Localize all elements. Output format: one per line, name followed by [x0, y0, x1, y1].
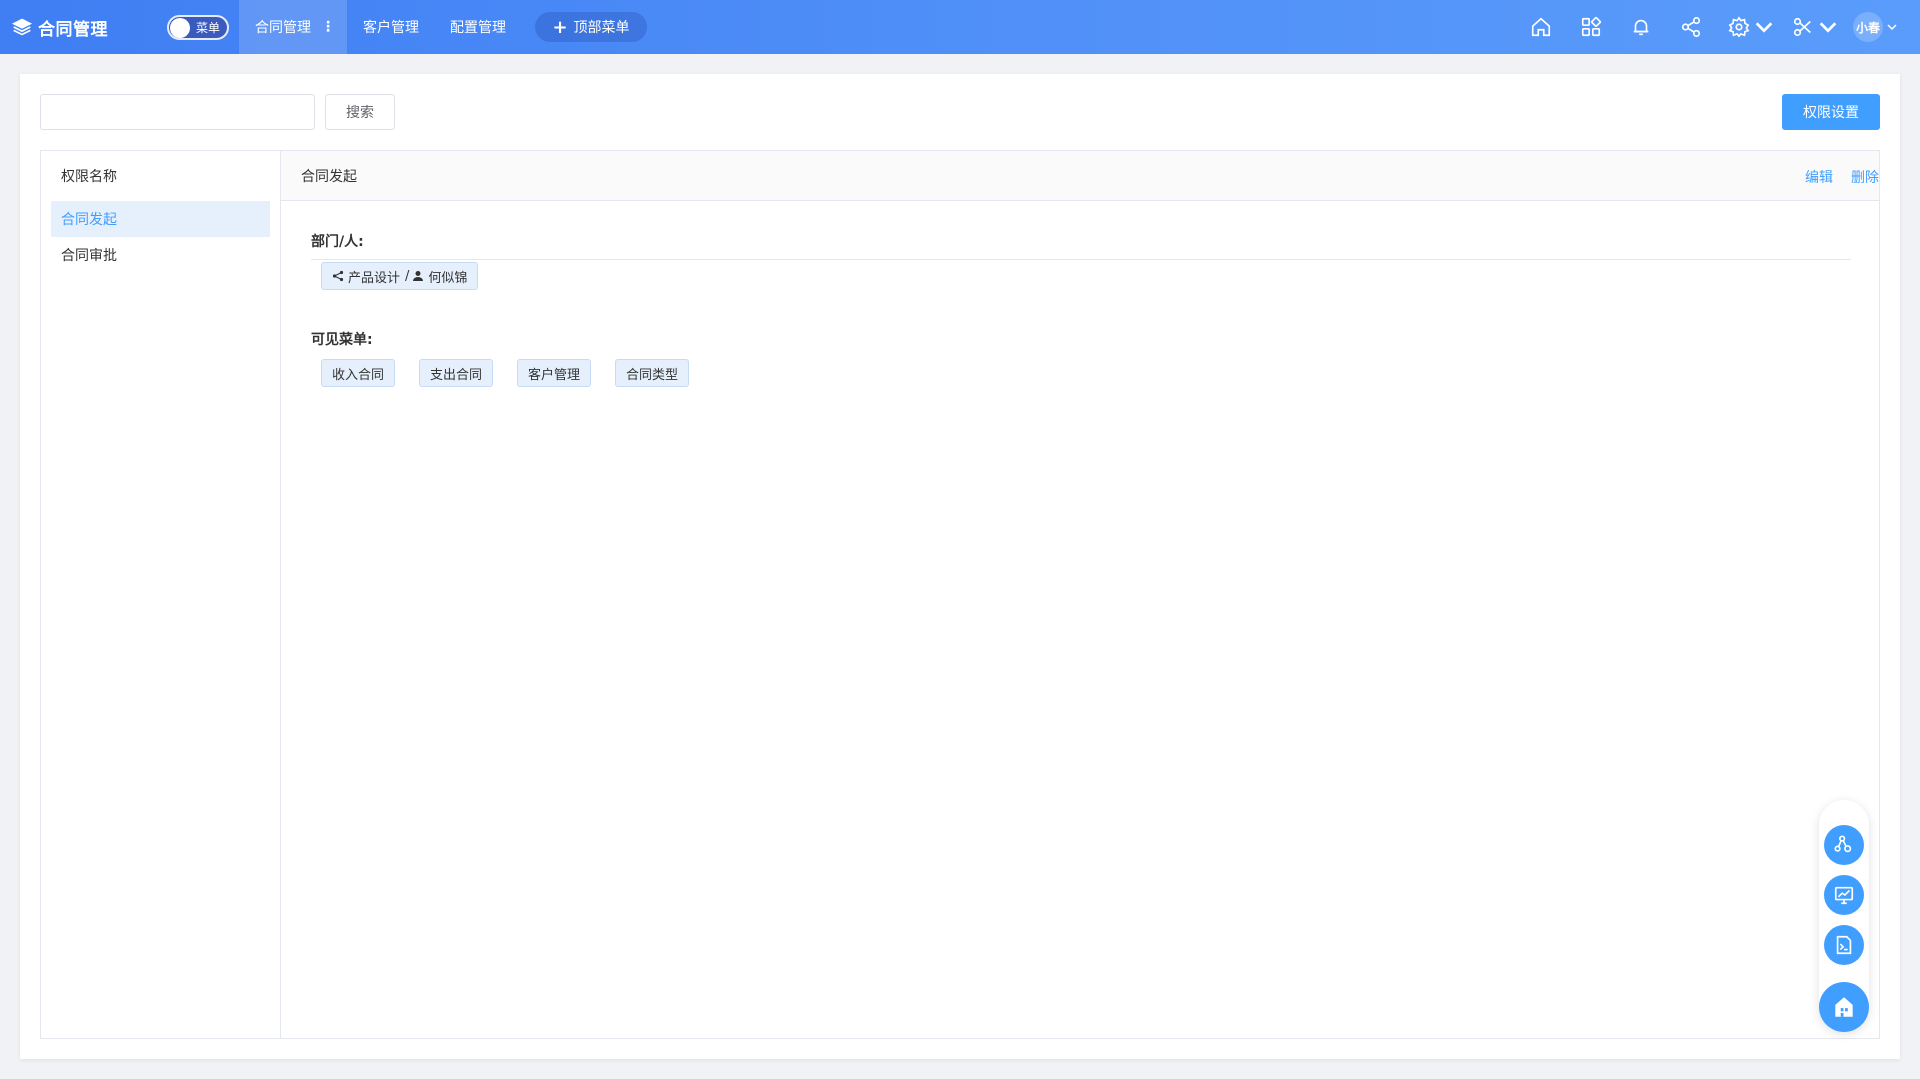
visible-menus-label: 可见菜单:: [311, 332, 373, 348]
menu-tag: 客户管理: [517, 359, 592, 387]
home-button[interactable]: [1530, 15, 1552, 39]
nav-tab-label: 配置管理: [450, 20, 506, 36]
more-vertical-icon[interactable]: ⋮: [321, 19, 335, 35]
section-divider: [311, 259, 1851, 260]
floating-toolbar: [1819, 800, 1869, 1032]
nav-tab-label: 合同管理: [255, 20, 311, 36]
brand[interactable]: 合同管理: [0, 0, 166, 54]
menu-tag: 支出合同: [419, 359, 494, 387]
avatar: 小春: [1853, 12, 1883, 42]
share-button[interactable]: [1680, 15, 1702, 39]
monitor-chart-icon: [1834, 886, 1854, 905]
main-panel: 搜索 权限设置 权限名称 合同发起 合同审批 合同发起 编辑 删除 部门/人: …: [20, 74, 1900, 1059]
permission-detail: 合同发起 编辑 删除 部门/人: 产品设计 / 何似锦 可见菜单: 收入合同 支…: [281, 151, 1879, 1038]
add-top-menu-label: 顶部菜单: [573, 20, 630, 36]
terminal-doc-button[interactable]: [1824, 925, 1864, 965]
notifications-button[interactable]: [1630, 15, 1652, 39]
apps-icon: [1581, 16, 1602, 37]
building-icon: [1835, 997, 1853, 1017]
permission-settings-button[interactable]: 权限设置: [1782, 94, 1880, 130]
detail-title: 合同发起: [301, 168, 357, 185]
nav-tab-label: 客户管理: [363, 20, 419, 36]
dept-person-tag: 产品设计 / 何似锦: [321, 262, 479, 290]
chevron-down-icon: [1819, 22, 1837, 33]
app-title: 合同管理: [38, 19, 108, 40]
dept-people-label: 部门/人:: [311, 234, 364, 250]
search-button[interactable]: 搜索: [325, 94, 395, 130]
bell-icon: [1633, 19, 1649, 36]
user-name: 小春: [1855, 20, 1880, 35]
tools-dropdown[interactable]: [1792, 15, 1839, 39]
add-top-menu-button[interactable]: + 顶部菜单: [535, 12, 647, 42]
tag-person: 何似锦: [428, 270, 468, 286]
permission-content: 权限名称 合同发起 合同审批 合同发起 编辑 删除 部门/人: 产品设计 / 何…: [40, 150, 1880, 1039]
tag-department: 产品设计: [348, 270, 401, 286]
workspace-button[interactable]: [1819, 982, 1869, 1032]
org-settings-icon: [1834, 835, 1852, 853]
menu-tag: 收入合同: [321, 359, 396, 387]
chevron-down-icon: [1755, 22, 1773, 33]
dept-people-section: 部门/人:: [311, 231, 1851, 251]
settings-dropdown[interactable]: [1728, 15, 1775, 39]
toggle-knob: [170, 17, 190, 38]
home-icon: [1531, 17, 1551, 37]
permission-item-contract-approval[interactable]: 合同审批: [51, 237, 270, 273]
top-bar: 合同管理 菜单 合同管理 ⋮ 客户管理 配置管理 + 顶部菜单 小春: [0, 0, 1920, 54]
share-icon: [1681, 17, 1701, 37]
edit-link[interactable]: 编辑: [1805, 167, 1833, 187]
menu-toggle[interactable]: 菜单: [167, 15, 229, 40]
menu-tag: 合同类型: [615, 359, 690, 387]
user-icon: [413, 271, 424, 281]
layers-icon: [12, 18, 32, 36]
detail-header: 合同发起 编辑 删除: [281, 151, 1879, 201]
nav-tab-config-management[interactable]: 配置管理: [450, 0, 506, 54]
share-icon: [332, 270, 344, 282]
org-settings-button[interactable]: [1824, 825, 1864, 865]
permission-list-header: 权限名称: [61, 169, 117, 185]
permission-item-contract-initiate[interactable]: 合同发起: [51, 201, 270, 237]
monitor-button[interactable]: [1824, 875, 1864, 915]
apps-button[interactable]: [1580, 15, 1602, 39]
terminal-doc-icon: [1836, 935, 1852, 955]
chevron-down-icon: [1887, 24, 1897, 31]
search-input[interactable]: [40, 94, 315, 130]
nav-tab-contract-management[interactable]: 合同管理 ⋮: [239, 0, 347, 54]
menu-toggle-label: 菜单: [196, 21, 221, 35]
tools-icon: [1793, 17, 1811, 37]
nav-tab-customer-management[interactable]: 客户管理: [363, 0, 419, 54]
tag-separator: /: [405, 268, 410, 284]
delete-link[interactable]: 删除: [1851, 167, 1879, 187]
plus-icon: +: [552, 16, 568, 38]
gear-icon: [1728, 16, 1750, 38]
visible-menus-section: 可见菜单:: [311, 329, 1851, 349]
permission-list: 权限名称 合同发起 合同审批: [41, 151, 281, 1038]
user-menu[interactable]: 小春: [1853, 12, 1898, 42]
